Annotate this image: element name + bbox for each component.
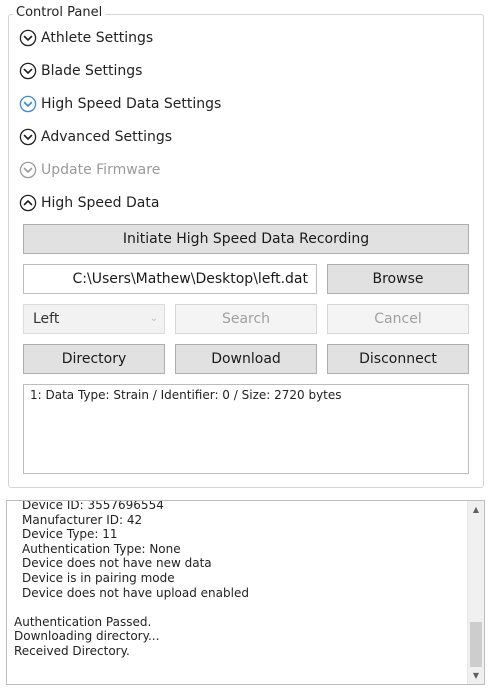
expander-label: High Speed Data [41,195,160,211]
scroll-up-arrow-icon[interactable]: ▲ [468,501,484,518]
initiate-recording-button[interactable]: Initiate High Speed Data Recording [23,224,469,254]
log-lines: Device ID: 3557696554 Manufacturer ID: 42… [14,500,464,659]
scroll-down-arrow-icon[interactable]: ▼ [468,667,484,684]
log-line: Device does not have new data [22,556,212,571]
log-line: Device ID: 3557696554 [22,500,164,512]
expander-blade-settings[interactable]: Blade Settings [19,60,142,82]
disconnect-button[interactable]: Disconnect [327,344,469,374]
expander-update-firmware: Update Firmware [19,159,160,181]
chevron-down-circle-icon [19,62,37,80]
log-scrollbar[interactable]: ▲ ▼ [467,501,484,684]
log-line: Authentication Passed. [14,614,152,629]
chevron-up-circle-icon [19,194,37,212]
side-select-value: Left [33,311,60,327]
log-line: Authentication Type: None [22,541,181,556]
expander-label: Athlete Settings [41,30,154,46]
directory-button[interactable]: Directory [23,344,165,374]
list-item[interactable]: 1: Data Type: Strain / Identifier: 0 / S… [30,388,462,402]
file-path-input[interactable]: C:\Users\Mathew\Desktop\left.dat [23,264,317,294]
expander-athlete-settings[interactable]: Athlete Settings [19,27,153,49]
expander-label: Advanced Settings [41,129,173,145]
search-button: Search [175,304,317,334]
directory-list[interactable]: 1: Data Type: Strain / Identifier: 0 / S… [23,384,469,474]
expander-high-speed-data[interactable]: High Speed Data [19,192,159,214]
log-line: Device Type: 11 [22,527,118,542]
side-select: Left ⌄ [23,304,165,334]
chevron-down-circle-icon [19,95,37,113]
scrollbar-thumb[interactable] [470,622,482,667]
log-output[interactable]: Device ID: 3557696554 Manufacturer ID: 42… [6,500,485,685]
log-line: Manufacturer ID: 42 [22,512,143,527]
log-line: Device is in pairing mode [22,570,175,585]
expander-advanced-settings[interactable]: Advanced Settings [19,126,172,148]
expander-label: High Speed Data Settings [41,96,222,112]
chevron-down-circle-icon [19,161,37,179]
chevron-down-circle-icon [19,128,37,146]
log-line: Received Directory. [14,643,130,658]
log-line: Downloading directory... [14,629,160,644]
expander-label: Update Firmware [41,162,161,178]
download-button[interactable]: Download [175,344,317,374]
expander-high-speed-data-settings[interactable]: High Speed Data Settings [19,93,221,115]
chevron-down-circle-icon [19,29,37,47]
cancel-button: Cancel [327,304,469,334]
browse-button[interactable]: Browse [327,264,469,294]
control-panel-title: Control Panel [13,5,106,21]
log-line: Device does not have upload enabled [22,585,249,600]
chevron-down-icon: ⌄ [149,313,158,324]
expander-label: Blade Settings [41,63,143,79]
